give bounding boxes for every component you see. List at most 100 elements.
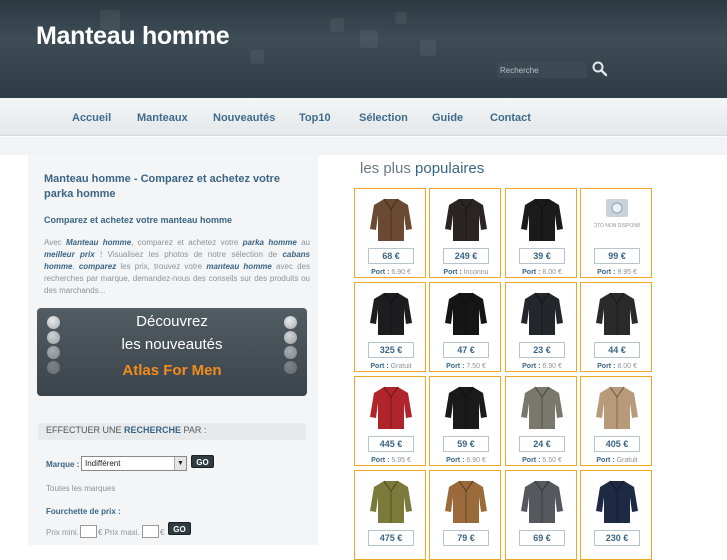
product-image[interactable] (368, 383, 414, 431)
product-price[interactable]: 249 € (443, 248, 489, 264)
product-image[interactable] (594, 477, 640, 525)
product-shipping: Port : 8.00 € (597, 363, 637, 370)
product-shipping: Port : 6.90 € (446, 457, 486, 464)
product-price[interactable]: 445 € (368, 436, 414, 452)
product-card[interactable]: 47 € Port : 7.50 € (429, 282, 501, 372)
product-price[interactable]: 69 € (519, 530, 565, 546)
product-price[interactable]: 47 € (443, 342, 489, 358)
intro-subtitle: Comparez et achetez votre manteau homme (44, 215, 233, 225)
decor-square (330, 18, 344, 32)
product-price[interactable]: 59 € (443, 436, 489, 452)
nav-contact[interactable]: Contact (490, 112, 531, 124)
chevron-down-icon[interactable]: ▼ (174, 457, 186, 470)
go-button-marque[interactable]: GO (191, 455, 214, 468)
price-range-label: Fourchette de prix : (46, 507, 121, 516)
banner-line-1: Découvrez (136, 313, 208, 330)
marque-select-value: Indifférent (85, 459, 121, 468)
product-card[interactable]: 79 € (429, 470, 501, 560)
product-card[interactable]: PHOTO NON DISPONIBLE 99 € Port : 9.95 € (580, 188, 652, 278)
product-shipping: Port : 6.90 € (371, 269, 411, 276)
price-min-input[interactable] (80, 525, 97, 538)
marque-select[interactable]: Indifférent ▼ (81, 456, 187, 471)
search-input[interactable] (497, 62, 587, 78)
product-image[interactable] (443, 383, 489, 431)
product-shipping: Port : Inconnu (443, 269, 489, 276)
product-image[interactable] (519, 195, 565, 243)
banner-brand: Atlas For Men (122, 362, 222, 379)
photo-unavailable-text: PHOTO NON DISPONIBLE (594, 223, 640, 229)
nav-accueil[interactable]: Accueil (72, 112, 111, 124)
product-card[interactable]: 23 € Port : 6.90 € (505, 282, 577, 372)
promo-banner[interactable]: Découvrez les nouveautés Atlas For Men (37, 308, 307, 396)
price-max-input[interactable] (142, 525, 159, 538)
product-image[interactable] (368, 477, 414, 525)
product-card[interactable]: 405 € Port : Gratuit (580, 376, 652, 466)
price-min-label: Prix mini. (46, 528, 79, 537)
product-image[interactable] (443, 289, 489, 337)
product-shipping: Port : Gratuit (596, 457, 638, 464)
product-price[interactable]: 44 € (594, 342, 640, 358)
product-shipping: Port : 7.50 € (446, 363, 486, 370)
product-card[interactable]: 59 € Port : 6.90 € (429, 376, 501, 466)
search-icon[interactable] (591, 60, 609, 78)
photo-unavailable-icon[interactable]: PHOTO NON DISPONIBLE (586, 195, 648, 243)
divider-band (0, 137, 727, 155)
product-shipping: Port : 5.95 € (371, 457, 411, 464)
nav-top10[interactable]: Top10 (299, 112, 331, 124)
site-header: Manteau homme (0, 0, 727, 98)
price-max-label: € Prix maxi. (98, 528, 140, 537)
marque-label: Marque : (46, 460, 80, 469)
product-image[interactable] (594, 383, 640, 431)
product-price[interactable]: 230 € (594, 530, 640, 546)
product-image[interactable] (443, 195, 489, 243)
product-card[interactable]: 445 € Port : 5.95 € (354, 376, 426, 466)
product-card[interactable]: 68 € Port : 6.90 € (354, 188, 426, 278)
product-price[interactable]: 24 € (519, 436, 565, 452)
product-image[interactable] (443, 477, 489, 525)
nav-selection[interactable]: Sélection (359, 112, 408, 124)
product-image[interactable] (519, 383, 565, 431)
nav-nouveautes[interactable]: Nouveautés (213, 112, 275, 124)
product-image[interactable] (368, 289, 414, 337)
product-image[interactable] (368, 195, 414, 243)
product-price[interactable]: 475 € (368, 530, 414, 546)
product-image[interactable] (594, 289, 640, 337)
product-image[interactable] (519, 289, 565, 337)
nav-manteaux[interactable]: Manteaux (137, 112, 188, 124)
nav-guide[interactable]: Guide (432, 112, 463, 124)
intro-text: Avec Manteau homme, comparez et achetez … (44, 238, 311, 295)
product-card[interactable]: 39 € Port : 8.00 € (505, 188, 577, 278)
intro-title: Manteau homme - Comparez et achetez votr… (44, 173, 280, 200)
product-card[interactable]: 475 € (354, 470, 426, 560)
product-card[interactable]: 325 € Port : Gratuit (354, 282, 426, 372)
search-box-heading: EFFECTUER UNE RECHERCHE PAR : (38, 423, 306, 440)
product-card[interactable]: 249 € Port : Inconnu (429, 188, 501, 278)
popular-title: les plus populaires (360, 160, 485, 177)
product-shipping: Port : Gratuit (370, 363, 412, 370)
decor-square (360, 30, 378, 48)
product-price[interactable]: 325 € (368, 342, 414, 358)
product-price[interactable]: 99 € (594, 248, 640, 264)
decor-square (250, 50, 264, 64)
product-price[interactable]: 23 € (519, 342, 565, 358)
product-shipping: Port : 5.50 € (522, 457, 562, 464)
go-button-price[interactable]: GO (168, 522, 191, 535)
product-shipping: Port : 8.00 € (522, 269, 562, 276)
product-shipping: Port : 9.95 € (597, 269, 637, 276)
product-card[interactable]: 24 € Port : 5.50 € (505, 376, 577, 466)
main-nav: Accueil Manteaux Nouveautés Top10 Sélect… (0, 98, 727, 136)
product-card[interactable]: 44 € Port : 8.00 € (580, 282, 652, 372)
product-shipping: Port : 6.90 € (522, 363, 562, 370)
decor-square (395, 12, 407, 24)
decor-square (420, 40, 436, 56)
all-brands-link[interactable]: Toutes les marques (46, 484, 115, 493)
product-image[interactable] (519, 477, 565, 525)
product-price[interactable]: 68 € (368, 248, 414, 264)
product-price[interactable]: 405 € (594, 436, 640, 452)
product-price[interactable]: 79 € (443, 530, 489, 546)
product-card[interactable]: 230 € (580, 470, 652, 560)
product-card[interactable]: 69 € (505, 470, 577, 560)
site-title[interactable]: Manteau homme (36, 22, 230, 51)
product-price[interactable]: 39 € (519, 248, 565, 264)
banner-line-2: les nouveautés (121, 336, 223, 353)
